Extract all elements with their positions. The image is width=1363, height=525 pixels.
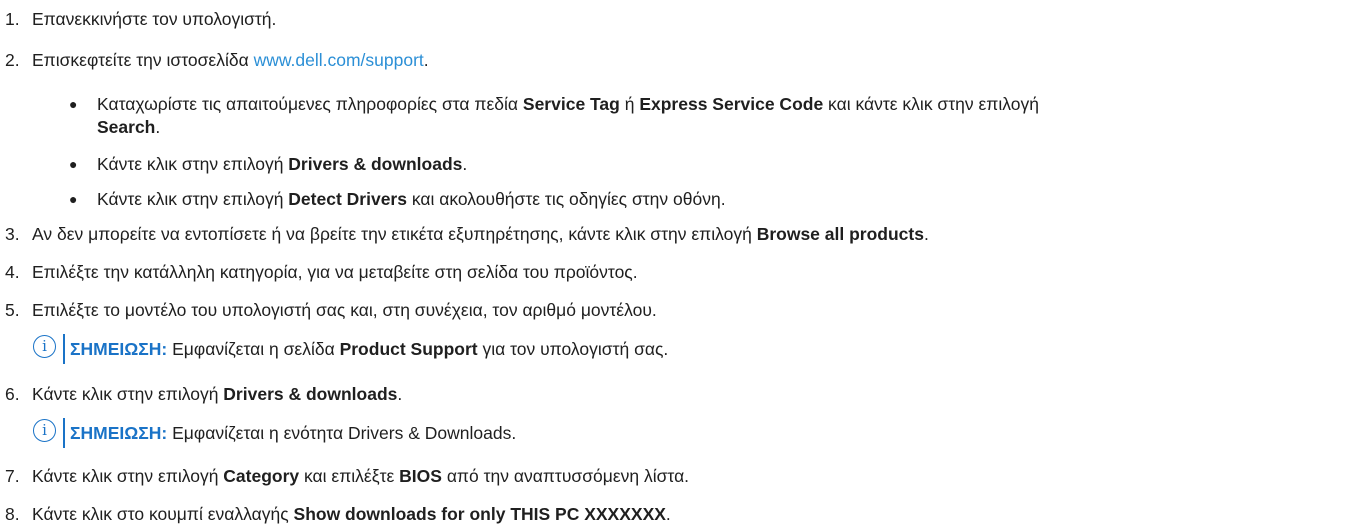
text-segment: και κάντε κλικ στην επιλογή: [823, 94, 1039, 114]
step-number: 6.: [5, 384, 20, 404]
bold-term: BIOS: [399, 466, 442, 486]
bold-term: Detect Drivers: [288, 189, 407, 209]
info-icon: i: [33, 335, 56, 358]
bold-term: Show downloads for only THIS PC XXXXXXX: [293, 504, 666, 524]
note-label: ΣΗΜΕΙΩΣΗ: Εμφανίζεται η ενότητα Drivers …: [70, 422, 516, 444]
bullet-dot: ●: [69, 156, 78, 172]
text-segment: .: [665, 504, 671, 524]
bold-term: Browse all products: [756, 224, 924, 244]
step-number: 2.: [5, 50, 20, 70]
text-segment: Εμφανίζεται η σελίδα: [167, 339, 340, 359]
bullet-text: Καταχωρίστε τις απαιτούμενες πληροφορίες…: [97, 93, 1039, 115]
text-segment: Αν δεν μπορείτε να εντοπίσετε ή να βρείτ…: [32, 224, 757, 244]
bold-term: Category: [223, 466, 300, 486]
info-icon: i: [33, 419, 56, 442]
text-segment: από την αναπτυσσόμενη λίστα.: [441, 466, 690, 486]
bold-term: Drivers & downloads: [288, 154, 463, 174]
step-text: Κάντε κλικ στην επιλογή Category και επι…: [32, 465, 689, 487]
text-segment: και ακολουθήστε τις οδηγίες στην οθόνη.: [406, 189, 726, 209]
step-number: 5.: [5, 300, 20, 320]
step-text: Επανεκκινήστε τον υπολογιστή.: [32, 9, 277, 29]
note-1: i ΣΗΜΕΙΩΣΗ: Εμφανίζεται η σελίδα Product…: [0, 334, 1363, 364]
step-number: 3.: [5, 224, 20, 244]
step-text: Επιλέξτε την κατάλληλη κατηγορία, για να…: [32, 262, 638, 282]
bold-term: Drivers & downloads: [223, 384, 398, 404]
step-text: Κάντε κλικ στην επιλογή Drivers & downlo…: [32, 383, 402, 405]
text-segment: Κάντε κλικ στην επιλογή: [97, 189, 289, 209]
bullet-dot: ●: [69, 191, 78, 207]
note-label-text: ΣΗΜΕΙΩΣΗ:: [70, 423, 168, 443]
bold-term: Service Tag: [522, 94, 620, 114]
text-segment: και επιλέξτε: [299, 466, 400, 486]
note-divider: [63, 334, 66, 364]
note-divider: [63, 418, 66, 448]
text-segment: .: [923, 224, 929, 244]
text-segment: Κάντε κλικ στην επιλογή: [97, 154, 289, 174]
instructions-list: 1. Επανεκκινήστε τον υπολογιστή. 2. Επισ…: [0, 0, 1363, 525]
text-segment: Κάντε κλικ στην επιλογή: [32, 384, 224, 404]
note-label: ΣΗΜΕΙΩΣΗ: Εμφανίζεται η σελίδα Product S…: [70, 338, 668, 360]
text-segment: Επισκεφτείτε την ιστοσελίδα: [32, 50, 254, 70]
step-text: Κάντε κλικ στο κουμπί εναλλαγής Show dow…: [32, 503, 671, 525]
bold-term: Search: [97, 117, 156, 137]
step-number: 1.: [5, 9, 20, 29]
text-segment: .: [423, 50, 429, 70]
bullet-text: Κάντε κλικ στην επιλογή Detect Drivers κ…: [97, 188, 726, 210]
text-segment: Καταχωρίστε τις απαιτούμενες πληροφορίες…: [97, 94, 523, 114]
note-label-text: ΣΗΜΕΙΩΣΗ:: [70, 339, 168, 359]
text-segment: Κάντε κλικ στο κουμπί εναλλαγής: [32, 504, 294, 524]
note-2: i ΣΗΜΕΙΩΣΗ: Εμφανίζεται η ενότητα Driver…: [0, 418, 1363, 448]
text-segment: .: [462, 154, 468, 174]
bullet-text: Search.: [97, 116, 160, 138]
step-number: 4.: [5, 262, 20, 282]
bold-term: Express Service Code: [639, 94, 824, 114]
step-text: Αν δεν μπορείτε να εντοπίσετε ή να βρείτ…: [32, 223, 929, 245]
note-text: Εμφανίζεται η ενότητα Drivers & Download…: [167, 423, 517, 443]
bold-term: Product Support: [339, 339, 478, 359]
step-number: 8.: [5, 504, 20, 524]
text-segment: Κάντε κλικ στην επιλογή: [32, 466, 224, 486]
text-segment: .: [397, 384, 403, 404]
step-text: Επιλέξτε το μοντέλο του υπολογιστή σας κ…: [32, 300, 657, 320]
text-segment: .: [155, 117, 161, 137]
dell-support-link[interactable]: www.dell.com/support: [254, 50, 424, 70]
step-text: Επισκεφτείτε την ιστοσελίδα www.dell.com…: [32, 49, 429, 71]
note-text: Εμφανίζεται η σελίδα Product Support για…: [167, 339, 668, 359]
step-number: 7.: [5, 466, 20, 486]
bullet-text: Κάντε κλικ στην επιλογή Drivers & downlo…: [97, 153, 467, 175]
text-segment: για τον υπολογιστή σας.: [477, 339, 669, 359]
text-segment: ή: [619, 94, 640, 114]
bullet-dot: ●: [69, 96, 78, 112]
